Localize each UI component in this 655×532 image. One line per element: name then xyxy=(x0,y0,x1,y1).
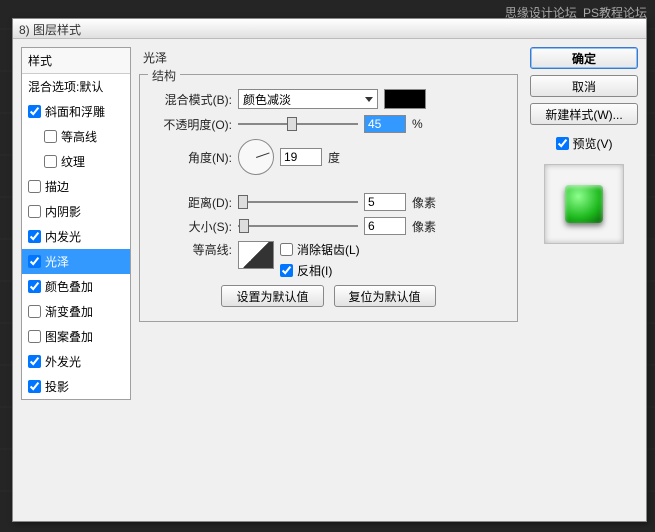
style-item-1[interactable]: 斜面和浮雕 xyxy=(22,99,130,124)
style-item-label: 颜色叠加 xyxy=(45,278,93,295)
style-item-11[interactable]: 外发光 xyxy=(22,349,130,374)
invert-checkbox[interactable]: 反相(I) xyxy=(280,262,360,279)
style-checkbox[interactable] xyxy=(28,380,41,393)
blend-mode-combo[interactable]: 颜色减淡 xyxy=(238,89,378,109)
contour-picker[interactable] xyxy=(238,241,274,269)
style-item-label: 混合选项:默认 xyxy=(28,78,103,95)
preview-swatch xyxy=(565,185,603,223)
style-item-label: 内发光 xyxy=(45,228,81,245)
style-item-label: 斜面和浮雕 xyxy=(45,103,105,120)
style-checkbox[interactable] xyxy=(28,330,41,343)
angle-input[interactable]: 19 xyxy=(280,148,322,166)
style-item-label: 光泽 xyxy=(45,253,69,270)
new-style-button[interactable]: 新建样式(W)... xyxy=(530,103,638,125)
opacity-slider[interactable] xyxy=(238,116,358,132)
style-item-label: 描边 xyxy=(45,178,69,195)
style-checkbox[interactable] xyxy=(44,130,57,143)
style-checkbox[interactable] xyxy=(44,155,57,168)
distance-label: 距离(D): xyxy=(150,194,232,211)
effect-title: 光泽 xyxy=(139,47,518,68)
style-checkbox[interactable] xyxy=(28,230,41,243)
antialias-checkbox[interactable]: 消除锯齿(L) xyxy=(280,241,360,258)
set-default-button[interactable]: 设置为默认值 xyxy=(221,285,323,307)
size-slider[interactable] xyxy=(238,218,358,234)
style-item-7[interactable]: 光泽 xyxy=(22,249,130,274)
dialog-titlebar[interactable]: 8) 图层样式 xyxy=(13,19,646,39)
styles-list: 样式 混合选项:默认斜面和浮雕等高线纹理描边内阴影内发光光泽颜色叠加渐变叠加图案… xyxy=(21,47,131,400)
opacity-label: 不透明度(O): xyxy=(150,116,232,133)
styles-header[interactable]: 样式 xyxy=(22,48,130,74)
layer-style-dialog: 8) 图层样式 样式 混合选项:默认斜面和浮雕等高线纹理描边内阴影内发光光泽颜色… xyxy=(12,18,647,522)
opacity-input[interactable]: 45 xyxy=(364,115,406,133)
style-item-12[interactable]: 投影 xyxy=(22,374,130,399)
style-checkbox[interactable] xyxy=(28,180,41,193)
angle-label: 角度(N): xyxy=(150,149,232,166)
preview-box xyxy=(544,164,624,244)
style-item-4[interactable]: 描边 xyxy=(22,174,130,199)
style-item-8[interactable]: 颜色叠加 xyxy=(22,274,130,299)
dialog-title: 图层样式 xyxy=(33,23,81,37)
style-checkbox[interactable] xyxy=(28,255,41,268)
preview-checkbox[interactable]: 预览(V) xyxy=(530,135,638,152)
style-item-9[interactable]: 渐变叠加 xyxy=(22,299,130,324)
angle-wheel[interactable] xyxy=(238,139,274,175)
blend-color-swatch[interactable] xyxy=(384,89,426,109)
distance-input[interactable]: 5 xyxy=(364,193,406,211)
style-item-10[interactable]: 图案叠加 xyxy=(22,324,130,349)
blend-mode-label: 混合模式(B): xyxy=(150,91,232,108)
style-checkbox[interactable] xyxy=(28,205,41,218)
style-checkbox[interactable] xyxy=(28,355,41,368)
style-item-label: 图案叠加 xyxy=(45,328,93,345)
style-item-3[interactable]: 纹理 xyxy=(22,149,130,174)
chevron-down-icon xyxy=(365,97,373,102)
style-item-label: 纹理 xyxy=(61,153,85,170)
style-item-label: 等高线 xyxy=(61,128,97,145)
style-checkbox[interactable] xyxy=(28,305,41,318)
size-input[interactable]: 6 xyxy=(364,217,406,235)
structure-group: 结构 混合模式(B): 颜色减淡 不透明度(O): 45 % xyxy=(139,74,518,322)
style-checkbox[interactable] xyxy=(28,105,41,118)
style-item-label: 外发光 xyxy=(45,353,81,370)
size-label: 大小(S): xyxy=(150,218,232,235)
distance-slider[interactable] xyxy=(238,194,358,210)
style-item-2[interactable]: 等高线 xyxy=(22,124,130,149)
style-item-label: 内阴影 xyxy=(45,203,81,220)
style-item-label: 渐变叠加 xyxy=(45,303,93,320)
style-item-5[interactable]: 内阴影 xyxy=(22,199,130,224)
style-checkbox[interactable] xyxy=(28,280,41,293)
style-item-label: 投影 xyxy=(45,378,69,395)
ok-button[interactable]: 确定 xyxy=(530,47,638,69)
cancel-button[interactable]: 取消 xyxy=(530,75,638,97)
style-item-6[interactable]: 内发光 xyxy=(22,224,130,249)
contour-label: 等高线: xyxy=(150,241,232,258)
style-item-0[interactable]: 混合选项:默认 xyxy=(22,74,130,99)
reset-default-button[interactable]: 复位为默认值 xyxy=(334,285,436,307)
